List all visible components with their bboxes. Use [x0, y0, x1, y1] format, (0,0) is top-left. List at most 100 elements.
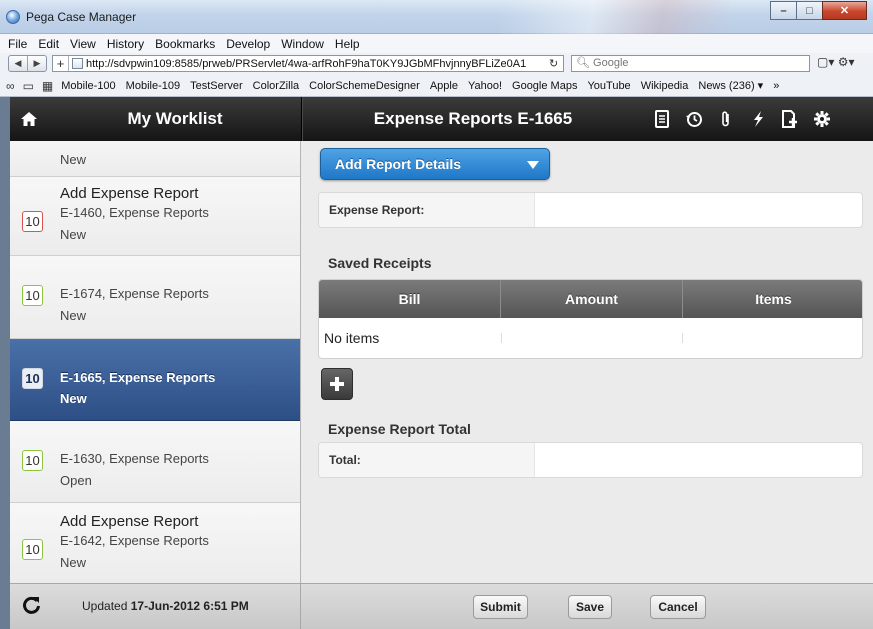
- worklist-item[interactable]: Add Expense Report 10 E-1460, Expense Re…: [10, 177, 300, 256]
- worklist-item-status: New: [60, 152, 87, 167]
- bookmarks-book-icon[interactable]: ▭: [23, 79, 34, 93]
- bookmarks-bar: ∞ ▭ ▦ Mobile-100 Mobile-109 TestServer C…: [0, 75, 873, 97]
- bookmark-news[interactable]: News (236) ▾: [698, 79, 763, 92]
- forward-icon[interactable]: ▶: [27, 56, 46, 71]
- home-icon[interactable]: [10, 97, 48, 141]
- worklist-item-badge: 10: [22, 539, 43, 560]
- bookmark-colorzilla[interactable]: ColorZilla: [253, 80, 299, 92]
- url-text[interactable]: http://sdvpwin109:8585/prweb/PRServlet/4…: [86, 58, 549, 70]
- worklist-item-case: E-1460, Expense Reports: [60, 205, 209, 220]
- worklist-item[interactable]: 10 E-1674, Expense Reports New: [10, 256, 300, 339]
- worklist-item-case: E-1665, Expense Reports: [60, 370, 216, 385]
- bookmark-google-maps[interactable]: Google Maps: [512, 80, 577, 92]
- add-report-details-dropdown[interactable]: Add Report Details: [320, 148, 550, 180]
- saved-receipts-title: Saved Receipts: [328, 255, 432, 271]
- case-title: Expense Reports E-1665: [373, 109, 573, 128]
- page-menu-icon[interactable]: ▢▾: [817, 55, 834, 69]
- search-placeholder: Google: [593, 57, 629, 69]
- table-row: No items: [319, 318, 862, 358]
- menu-edit[interactable]: Edit: [38, 37, 59, 51]
- address-bar[interactable]: + http://sdvpwin109:8585/prweb/PRServlet…: [52, 55, 564, 72]
- worklist-item-badge: 10: [22, 285, 43, 306]
- add-case-icon[interactable]: [774, 97, 806, 141]
- total-field: Total:: [318, 442, 863, 478]
- table-header: Bill Amount Items: [319, 280, 862, 318]
- menu-develop[interactable]: Develop: [226, 37, 270, 51]
- maximize-icon[interactable]: □: [796, 1, 823, 20]
- window-titlebar: Pega Case Manager – □ ✕: [0, 0, 873, 34]
- browser-toolbar: ◀ ▶ + http://sdvpwin109:8585/prweb/PRSer…: [0, 53, 873, 75]
- cancel-button[interactable]: Cancel: [650, 595, 706, 619]
- reload-icon[interactable]: ↻: [549, 57, 563, 70]
- worklist-panel: New Add Expense Report 10 E-1460, Expens…: [10, 141, 301, 583]
- worklist-item[interactable]: New: [10, 141, 300, 177]
- expense-report-label: Expense Report:: [319, 193, 535, 227]
- bookmark-apple[interactable]: Apple: [430, 80, 458, 92]
- minimize-icon[interactable]: –: [770, 1, 797, 20]
- bookmark-mobile-100[interactable]: Mobile-100: [61, 80, 115, 92]
- bookmark-youtube[interactable]: YouTube: [587, 80, 630, 92]
- worklist-item-status: New: [60, 227, 87, 242]
- document-icon[interactable]: [646, 97, 678, 141]
- worklist-item-title: Add Expense Report: [60, 185, 199, 202]
- attachment-icon[interactable]: [710, 97, 742, 141]
- add-bookmark-icon[interactable]: +: [53, 56, 69, 71]
- menu-view[interactable]: View: [70, 37, 96, 51]
- worklist-item[interactable]: 10 E-1630, Expense Reports Open: [10, 421, 300, 503]
- footer-status: Updated 17-Jun-2012 6:51 PM: [10, 584, 301, 629]
- updated-time: 17-Jun-2012 6:51 PM: [130, 599, 249, 613]
- bookmarks-overflow-icon[interactable]: »: [773, 80, 779, 92]
- settings-menu-icon[interactable]: ⚙▾: [838, 55, 855, 69]
- receipts-table: Bill Amount Items No items: [318, 279, 863, 359]
- save-button[interactable]: Save: [568, 595, 612, 619]
- window-title: Pega Case Manager: [26, 10, 137, 24]
- plus-icon: [330, 377, 344, 391]
- updated-prefix: Updated: [82, 599, 128, 613]
- search-icon: 🔍︎: [576, 57, 590, 69]
- worklist-item-selected[interactable]: 10 E-1665, Expense Reports New: [10, 339, 300, 421]
- expense-report-field: Expense Report:: [318, 192, 863, 228]
- worklist-item-case: E-1642, Expense Reports: [60, 533, 209, 548]
- worklist-item-case: E-1674, Expense Reports: [60, 286, 209, 301]
- updated-timestamp: Updated 17-Jun-2012 6:51 PM: [82, 584, 249, 628]
- reader-icon[interactable]: ∞: [6, 79, 15, 93]
- window-controls: – □ ✕: [770, 1, 867, 20]
- worklist-item[interactable]: Add Expense Report 10 E-1642, Expense Re…: [10, 503, 300, 583]
- lightning-icon[interactable]: [742, 97, 774, 141]
- table-cell: [682, 318, 862, 358]
- refresh-icon[interactable]: [22, 595, 42, 618]
- column-header-items[interactable]: Items: [682, 280, 862, 318]
- bookmark-testserver[interactable]: TestServer: [190, 80, 243, 92]
- total-label: Total:: [319, 443, 535, 477]
- back-icon[interactable]: ◀: [9, 56, 27, 71]
- add-receipt-button[interactable]: [321, 368, 353, 400]
- bookmark-mobile-109[interactable]: Mobile-109: [126, 80, 180, 92]
- menu-file[interactable]: File: [8, 37, 27, 51]
- worklist-item-status: Open: [60, 473, 92, 488]
- menu-bookmarks[interactable]: Bookmarks: [155, 37, 215, 51]
- menu-history[interactable]: History: [107, 37, 144, 51]
- worklist-item-status: New: [60, 308, 87, 323]
- top-sites-grid-icon[interactable]: ▦: [42, 79, 53, 93]
- gear-icon[interactable]: [806, 97, 838, 141]
- submit-button[interactable]: Submit: [473, 595, 528, 619]
- menu-help[interactable]: Help: [335, 37, 360, 51]
- bookmark-yahoo[interactable]: Yahoo!: [468, 80, 502, 92]
- history-icon[interactable]: [678, 97, 710, 141]
- header-actions: [646, 97, 838, 141]
- bookmark-wikipedia[interactable]: Wikipedia: [641, 80, 689, 92]
- column-header-bill[interactable]: Bill: [319, 280, 500, 318]
- empty-table-message: No items: [324, 330, 380, 346]
- toolbar-right-icons: ▢▾ ⚙▾: [817, 55, 855, 69]
- close-icon[interactable]: ✕: [822, 1, 867, 20]
- menu-window[interactable]: Window: [281, 37, 324, 51]
- back-forward-buttons: ◀ ▶: [8, 55, 47, 72]
- favicon-icon: [72, 58, 83, 69]
- search-input[interactable]: 🔍︎ Google: [571, 55, 810, 72]
- column-header-amount[interactable]: Amount: [500, 280, 682, 318]
- worklist-item-badge: 10: [22, 450, 43, 471]
- worklist-item-case: E-1630, Expense Reports: [60, 451, 209, 466]
- case-content: Add Report Details Expense Report: Saved…: [302, 141, 873, 583]
- pega-app: My Worklist Expense Reports E-1665 New A…: [10, 97, 873, 629]
- bookmark-colorschemedesigner[interactable]: ColorSchemeDesigner: [309, 80, 420, 92]
